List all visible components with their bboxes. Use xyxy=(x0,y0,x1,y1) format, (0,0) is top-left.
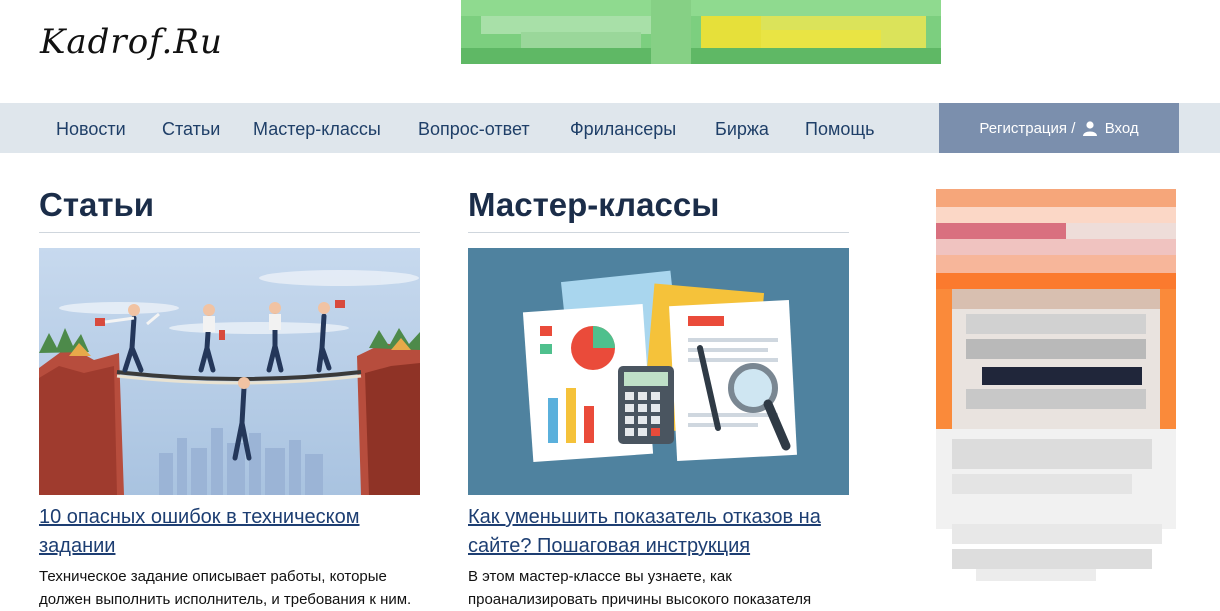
masterclasses-section: Мастер-классы Как уменьшить показатель о… xyxy=(468,153,849,611)
site-logo[interactable]: Kadrof.Ru xyxy=(40,22,223,62)
nav-item-articles[interactable]: Статьи xyxy=(162,103,220,153)
site-header: Kadrof.Ru xyxy=(0,0,1220,103)
masterclass-thumbnail-image[interactable] xyxy=(468,248,849,495)
nav-item-news[interactable]: Новости xyxy=(56,103,126,153)
nav-item-freelancers[interactable]: Фрилансеры xyxy=(570,103,676,153)
section-title-masterclasses[interactable]: Мастер-классы xyxy=(468,153,849,233)
articles-section: Статьи 10 опасных ошибок в техническом з… xyxy=(39,153,420,611)
user-icon xyxy=(1082,120,1097,136)
section-title-articles[interactable]: Статьи xyxy=(39,153,420,233)
nav-item-help[interactable]: Помощь xyxy=(805,103,875,153)
auth-box: Регистрация / Вход xyxy=(939,103,1179,153)
article-thumbnail-image[interactable] xyxy=(39,248,420,495)
top-banner-ad[interactable] xyxy=(461,0,941,64)
nav-item-masterclasses[interactable]: Мастер-классы xyxy=(253,103,381,153)
masterclass-excerpt: В этом мастер-классе вы узнаете, как про… xyxy=(468,568,812,608)
register-link[interactable]: Регистрация / xyxy=(979,120,1075,137)
nav-item-exchange[interactable]: Биржа xyxy=(715,103,769,153)
login-link[interactable]: Вход xyxy=(1105,120,1139,137)
article-link[interactable]: 10 опасных ошибок в техническом задании xyxy=(39,503,420,561)
nav-item-qa[interactable]: Вопрос-ответ xyxy=(418,103,530,153)
side-banner-ad[interactable] xyxy=(936,189,1176,589)
article-excerpt: Техническое задание описывает работы, ко… xyxy=(39,568,412,608)
masterclass-link[interactable]: Как уменьшить показатель отказов на сайт… xyxy=(468,503,849,561)
